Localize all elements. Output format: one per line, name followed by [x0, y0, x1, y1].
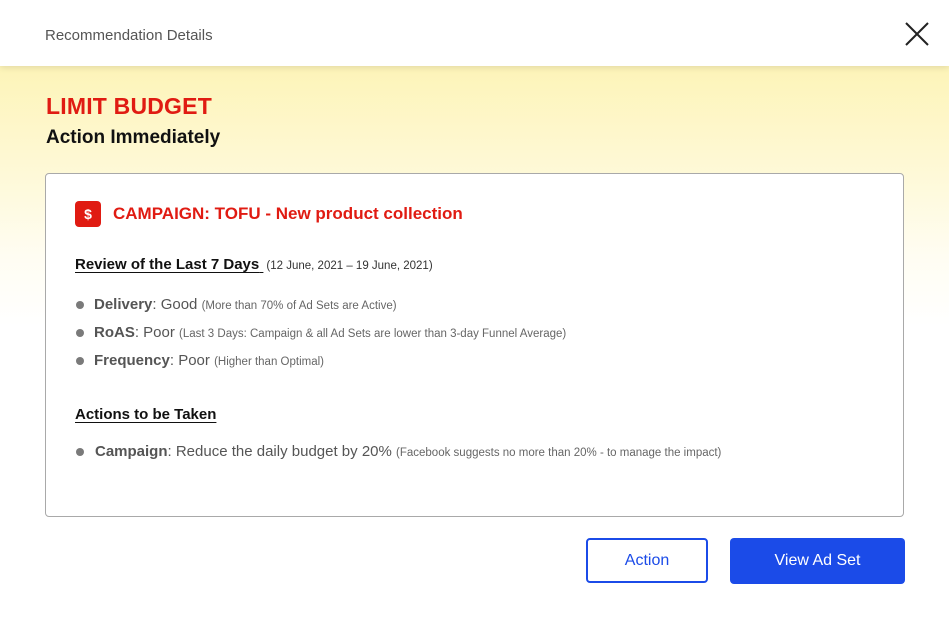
dialog-title: Recommendation Details	[45, 27, 213, 44]
actions-list: Campaign: Reduce the daily budget by 20%…	[75, 442, 721, 470]
list-item: Delivery: Good (More than 70% of Ad Sets…	[75, 295, 566, 323]
review-item-note: (More than 70% of Ad Sets are Active)	[201, 300, 397, 312]
close-button[interactable]	[902, 19, 932, 49]
review-item-key: Frequency	[94, 352, 170, 369]
recommendation-type: LIMIT BUDGET	[46, 93, 212, 119]
review-title-text: Review of the Last 7 Days	[75, 256, 260, 273]
list-item: RoAS: Poor (Last 3 Days: Campaign & all …	[75, 323, 566, 351]
dollar-icon: $	[75, 201, 101, 227]
action-item-key: Campaign	[95, 443, 168, 460]
dialog-header: Recommendation Details	[0, 0, 949, 66]
action-item-value: : Reduce the daily budget by 20%	[167, 443, 392, 460]
review-item-value: : Good	[152, 296, 198, 313]
review-date-range: (12 June, 2021 – 19 June, 2021)	[266, 260, 433, 272]
actions-section-title: Actions to be Taken	[75, 406, 217, 423]
bullet-icon	[76, 357, 84, 365]
bullet-icon	[76, 448, 84, 456]
review-item-key: Delivery	[94, 296, 153, 313]
review-item-value: : Poor	[134, 324, 175, 341]
list-item: Campaign: Reduce the daily budget by 20%…	[75, 442, 721, 470]
list-item: Frequency: Poor (Higher than Optimal)	[75, 351, 566, 379]
recommendation-card: $ CAMPAIGN: TOFU - New product collectio…	[45, 173, 904, 517]
review-item-note: (Higher than Optimal)	[214, 356, 324, 368]
recommendation-urgency: Action Immediately	[46, 127, 221, 148]
bullet-icon	[76, 301, 84, 309]
review-item-value: : Poor	[169, 352, 210, 369]
action-button[interactable]: Action	[586, 538, 708, 583]
action-item-note: (Facebook suggests no more than 20% - to…	[396, 447, 722, 459]
close-icon	[905, 22, 929, 46]
review-list: Delivery: Good (More than 70% of Ad Sets…	[75, 295, 566, 379]
campaign-header: $ CAMPAIGN: TOFU - New product collectio…	[75, 201, 463, 227]
view-ad-set-button[interactable]: View Ad Set	[730, 538, 905, 584]
dialog-body: LIMIT BUDGET Action Immediately $ CAMPAI…	[0, 66, 949, 620]
review-section-title: Review of the Last 7 Days (12 June, 2021…	[75, 256, 433, 273]
campaign-name: CAMPAIGN: TOFU - New product collection	[113, 204, 463, 223]
review-item-key: RoAS	[94, 324, 135, 341]
bullet-icon	[76, 329, 84, 337]
review-item-note: (Last 3 Days: Campaign & all Ad Sets are…	[179, 328, 567, 340]
